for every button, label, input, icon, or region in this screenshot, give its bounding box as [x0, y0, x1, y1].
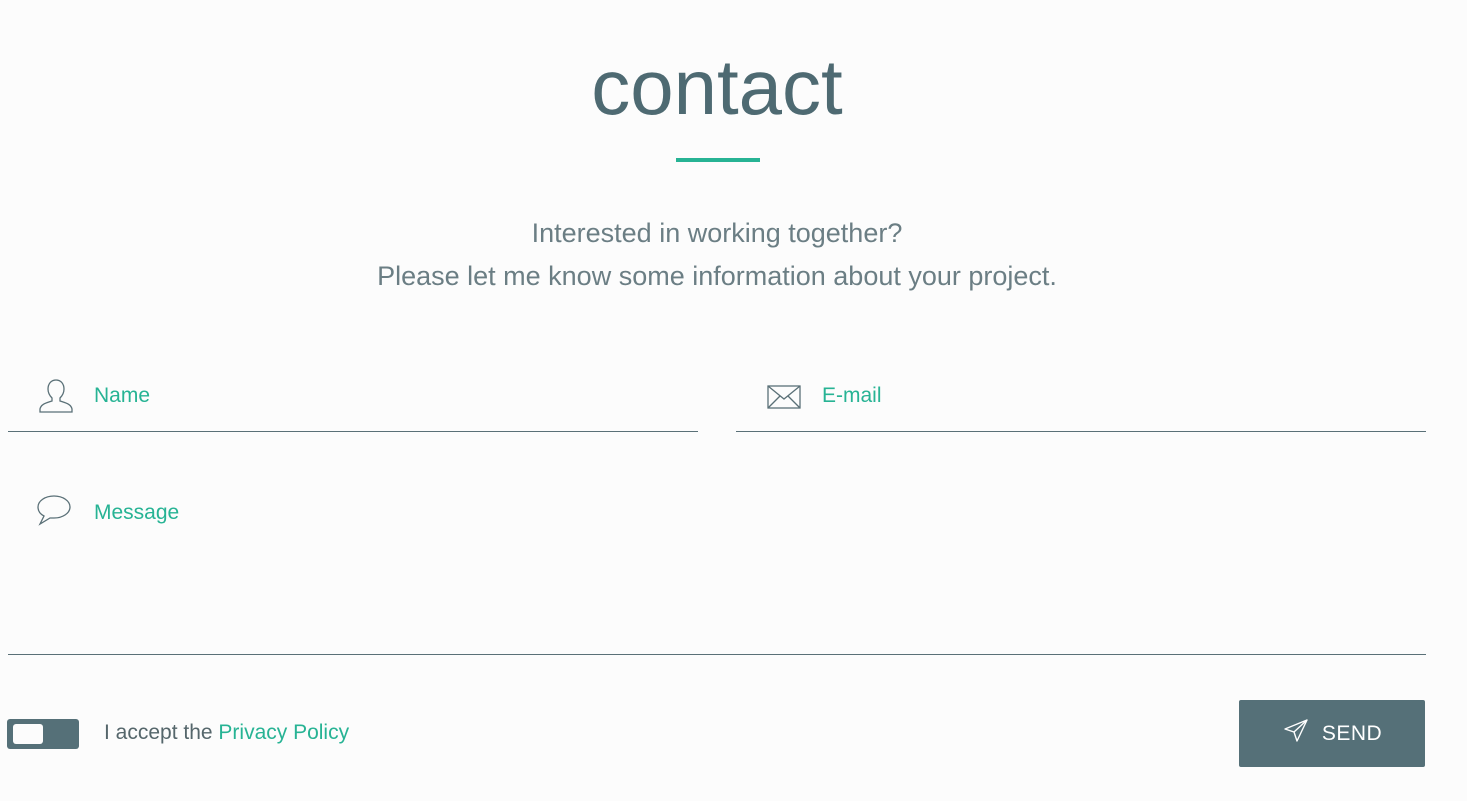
message-placeholder: Message: [94, 501, 180, 524]
message-field[interactable]: Message: [8, 488, 1426, 655]
email-placeholder: E-mail: [822, 384, 882, 407]
send-button[interactable]: SEND: [1239, 700, 1425, 767]
title-underline: [676, 158, 760, 162]
user-icon: [36, 377, 76, 417]
name-field[interactable]: Name: [8, 372, 698, 432]
email-field[interactable]: E-mail: [736, 372, 1426, 432]
envelope-icon: [764, 378, 804, 418]
name-placeholder: Name: [94, 384, 151, 407]
subtitle-line-2: Please let me know some information abou…: [377, 261, 1057, 291]
consent-text: I accept the Privacy Policy: [104, 721, 349, 745]
privacy-policy-link[interactable]: Privacy Policy: [218, 721, 349, 744]
contact-page: contact Interested in working together? …: [0, 0, 1467, 801]
speech-bubble-icon: [34, 492, 74, 532]
page-title: contact: [591, 43, 843, 131]
subtitle-line-1: Interested in working together?: [531, 218, 903, 248]
paper-plane-icon: [1282, 717, 1310, 751]
consent-prefix: I accept the: [104, 721, 219, 744]
send-label: SEND: [1321, 721, 1383, 745]
toggle-knob: [13, 724, 43, 744]
privacy-toggle[interactable]: [7, 719, 79, 749]
